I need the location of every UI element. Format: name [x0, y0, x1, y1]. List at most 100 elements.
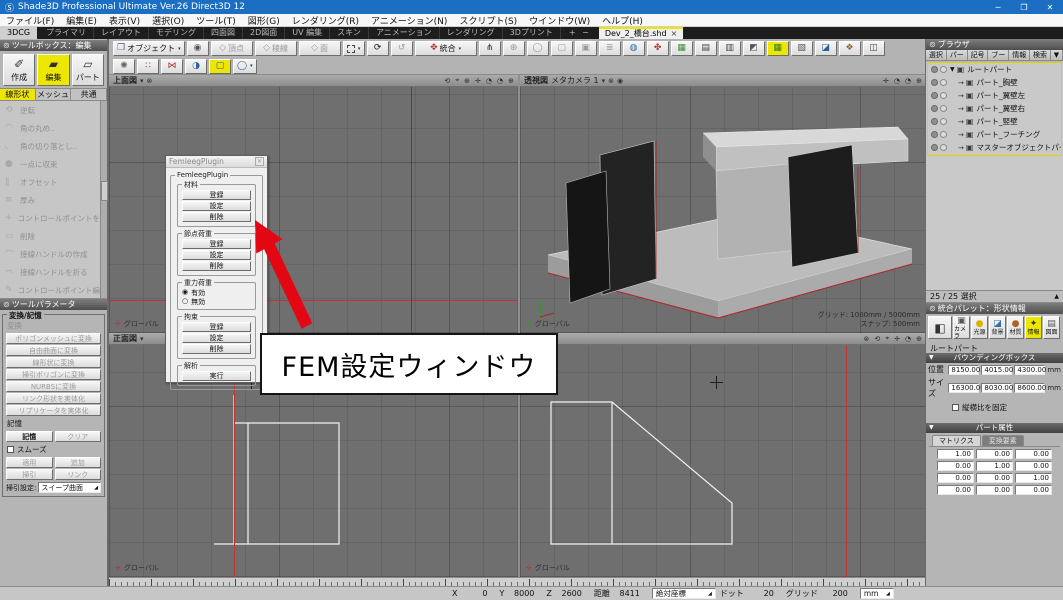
toolbar-icon-button-7[interactable]: ▧: [791, 41, 813, 56]
nodal-load-delete-button[interactable]: 削除: [182, 261, 251, 271]
document-close-icon[interactable]: ×: [671, 29, 678, 39]
tool-thickness[interactable]: ≡厚み: [0, 191, 107, 209]
memory-button[interactable]: 記憶: [6, 431, 53, 442]
workspace-tab-3dprint[interactable]: 3Dプリント: [503, 27, 561, 39]
matrix-cell[interactable]: 0.00: [937, 461, 974, 471]
view-orbit2-icon[interactable]: ◔: [905, 77, 911, 85]
tree-row-part[interactable]: → ▣ パート_フーチング: [928, 128, 1061, 141]
document-tab[interactable]: Dev_2_橋台.shd ×: [599, 27, 683, 39]
analysis-run-button[interactable]: 実行: [182, 371, 251, 381]
view-orbit-icon[interactable]: ◔: [894, 77, 900, 85]
view-zoom-icon[interactable]: ⌖: [885, 334, 889, 343]
workspace-tab-3dcg[interactable]: 3DCG: [0, 27, 37, 39]
menu-file[interactable]: ファイル(F): [0, 14, 60, 27]
camera-dot-icon[interactable]: ◉: [617, 77, 623, 85]
palette-tab-drawing[interactable]: ▤図面: [1043, 316, 1060, 339]
nodal-load-register-button[interactable]: 登録: [182, 239, 251, 249]
top-view-header[interactable]: 上面図 ▾ ⊗ ⟲ ⌖ ⊕ ✛ ◔ ◔ ⊕: [109, 75, 518, 87]
tool-break-tangent-handle[interactable]: ¬接線ハンドルを折る: [0, 263, 107, 281]
integrate-manipulator-button[interactable]: ✥統合▾: [415, 41, 477, 56]
face-mode-button[interactable]: ◇面: [299, 41, 341, 56]
bounding-box-header[interactable]: ▼バウンディングボックス: [926, 353, 1063, 363]
workspace-tab-quadview[interactable]: 四面図: [204, 27, 243, 39]
tree-expand-caret[interactable]: ▼: [950, 66, 955, 73]
tab-transform-elements[interactable]: 変換要素: [982, 435, 1024, 446]
tool-reverse[interactable]: ⟲逆転: [0, 101, 107, 119]
material-delete-button[interactable]: 削除: [182, 212, 251, 222]
matrix-cell[interactable]: 0.00: [937, 473, 974, 483]
fem-close-icon[interactable]: ✕: [255, 157, 264, 166]
material-settings-button[interactable]: 設定: [182, 201, 251, 211]
smooth-checkbox[interactable]: [7, 446, 14, 453]
toolbar-disabled-button-1[interactable]: ⊕: [503, 41, 525, 56]
material-register-button[interactable]: 登録: [182, 190, 251, 200]
matrix-cell[interactable]: 1.00: [937, 449, 974, 459]
view-zoom-icon[interactable]: ⌖: [455, 76, 459, 85]
apply-button[interactable]: 適用: [6, 457, 53, 468]
visibility-icon[interactable]: [931, 131, 938, 138]
tab-line-shape[interactable]: 線形状: [0, 89, 36, 100]
position-z-field[interactable]: 4300.00: [1014, 365, 1045, 375]
toolbar-icon-button-4[interactable]: ▥: [719, 41, 741, 56]
toolbar-icon-button-3[interactable]: ▤: [695, 41, 717, 56]
tree-row-part[interactable]: → ▣ パート_翼壁右: [928, 102, 1061, 115]
matrix-cell[interactable]: 0.00: [937, 485, 974, 495]
close-button[interactable]: ✕: [1037, 3, 1063, 12]
tool-round-corner[interactable]: ◠角の丸め..: [0, 119, 107, 137]
tree-row-master-objects[interactable]: → ▣ マスターオブジェクトパート: [928, 141, 1061, 154]
unit-select[interactable]: mm◢: [860, 588, 894, 599]
target-icon[interactable]: ⊗: [863, 335, 869, 343]
part-mode-button[interactable]: ▱パート: [72, 54, 104, 86]
tool-converge-point[interactable]: ●一点に収束: [0, 155, 107, 173]
toolbar-disabled-button-3[interactable]: ▢: [551, 41, 573, 56]
render-flag-icon[interactable]: [940, 66, 947, 73]
render-flag-icon[interactable]: [940, 92, 947, 99]
convert-to-polygon-mesh-button[interactable]: ポリゴンメッシュに変換: [6, 333, 101, 344]
toolbar-icon-button-8[interactable]: ◪: [815, 41, 837, 56]
materialize-link-shape-button[interactable]: リンク形状を実体化: [6, 393, 101, 404]
tree-row-root[interactable]: ▼ ▣ ルートパート: [928, 63, 1061, 76]
menu-shape[interactable]: 図形(G): [242, 14, 286, 27]
visibility-icon[interactable]: [931, 144, 938, 151]
visibility-icon[interactable]: [931, 118, 938, 125]
view-orbit-icon[interactable]: ◔: [486, 77, 492, 85]
tool-delete[interactable]: ▭削除: [0, 227, 107, 245]
view-orbit-icon[interactable]: ◔: [905, 335, 911, 343]
toolbar-icon-button-2[interactable]: ▦: [671, 41, 693, 56]
menu-view[interactable]: 表示(V): [103, 14, 146, 27]
size-z-field[interactable]: 8600.00: [1014, 383, 1045, 393]
object-tool-button[interactable]: ❒オブジェクト▾: [113, 41, 185, 56]
tree-item-label[interactable]: パート_胸壁: [976, 77, 1017, 88]
browser-tab-info[interactable]: 情報: [1009, 50, 1030, 60]
tree-row-part[interactable]: → ▣ パート_竪壁: [928, 115, 1061, 128]
marquee-select-button[interactable]: ▾: [343, 41, 365, 56]
toolbar-icon-button-6[interactable]: ▦: [767, 41, 789, 56]
aspect-lock-row[interactable]: 縦横比を固定: [926, 400, 1063, 415]
workspace-tab-primary[interactable]: プライマリ: [39, 27, 94, 39]
menu-tool[interactable]: ツール(T): [190, 14, 242, 27]
side-view-header[interactable]: ⊗ ⟲ ⌖ ✛ ◔ ⊕: [520, 333, 926, 345]
toolbar-icon-button-5[interactable]: ◩: [743, 41, 765, 56]
view-move-icon[interactable]: ✛: [894, 335, 900, 343]
perspective-view-header[interactable]: 透視図 メタカメラ 1 ▾ ⊗ ◉ ✛ ◔ ◔ ⊕: [520, 75, 926, 87]
view-orbit2-icon[interactable]: ◔: [497, 77, 503, 85]
aspect-lock-checkbox[interactable]: [952, 404, 959, 411]
fem-dialog-titlebar[interactable]: FemleegPlugin ✕: [166, 156, 267, 168]
maximize-button[interactable]: ❐: [1011, 3, 1037, 12]
minimize-button[interactable]: ─: [985, 3, 1011, 12]
matrix-cell[interactable]: 1.00: [976, 461, 1013, 471]
transform-tool-button[interactable]: ↺: [391, 41, 413, 56]
matrix-cell[interactable]: 0.00: [1015, 485, 1052, 495]
render-flag-icon[interactable]: [940, 131, 947, 138]
menu-rendering[interactable]: レンダリング(R): [286, 14, 365, 27]
gravity-disabled-radio[interactable]: ○無効: [182, 297, 251, 306]
toolbar-disabled-button-4[interactable]: ▣: [575, 41, 597, 56]
position-x-field[interactable]: 8150.00: [948, 365, 979, 375]
size-x-field[interactable]: 16300.00: [948, 383, 979, 393]
camera-tool-button[interactable]: ◉: [187, 41, 209, 56]
workspace-tab-skin[interactable]: スキン: [330, 27, 369, 39]
view-move-icon[interactable]: ✛: [883, 77, 889, 85]
view-rotate-icon[interactable]: ⟲: [874, 335, 880, 343]
matrix-cell[interactable]: 0.00: [976, 485, 1013, 495]
shape-info-button[interactable]: ◧: [928, 316, 952, 339]
